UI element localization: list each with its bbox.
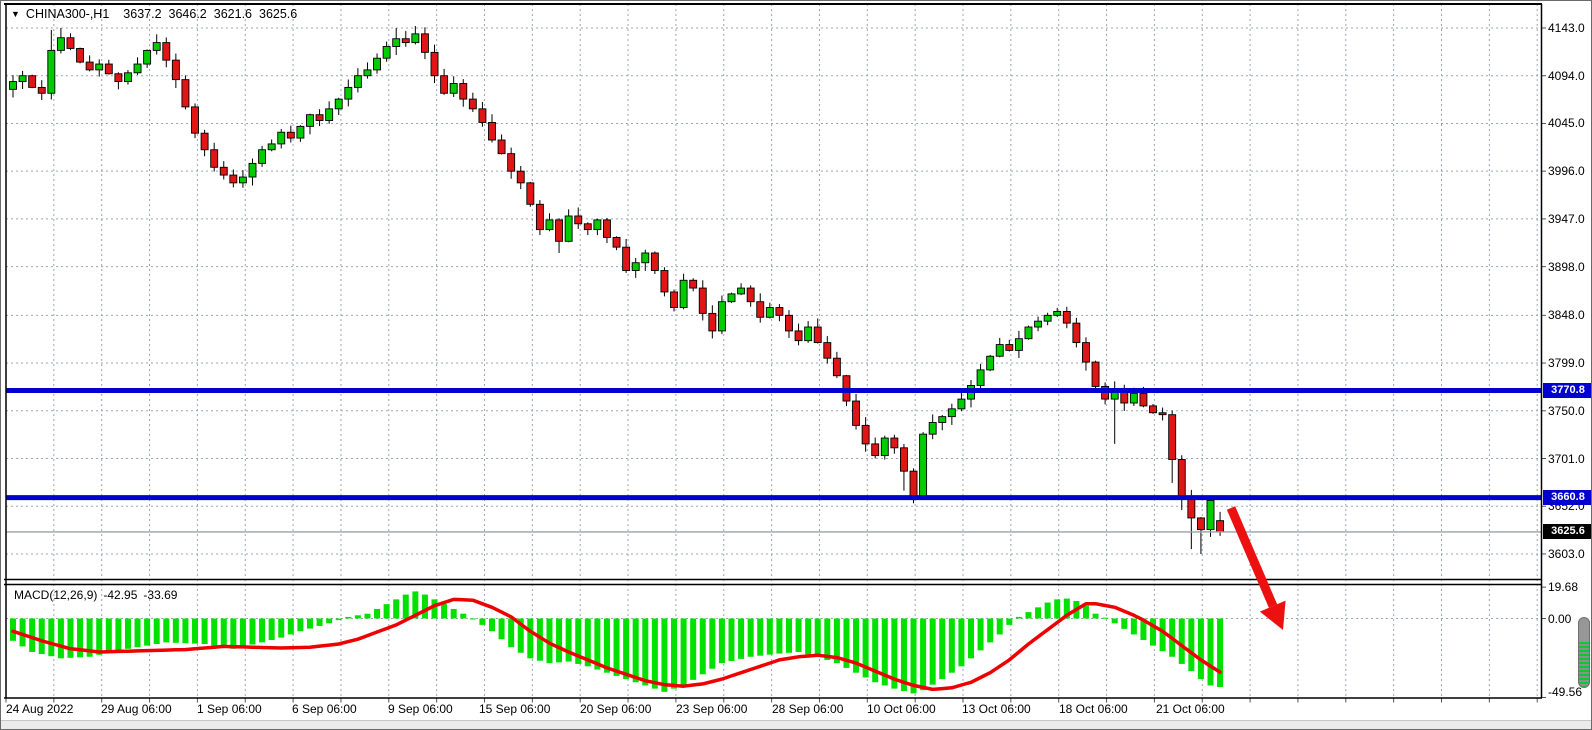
time-tick-label: 28 Sep 06:00 xyxy=(772,702,843,716)
chart-title: ▼ CHINA300-,H1 3637.2 3646.2 3621.6 3625.6 xyxy=(11,7,304,23)
price-tick-label: 3701.0 xyxy=(1548,452,1585,466)
time-tick-label: 15 Sep 06:00 xyxy=(479,702,550,716)
macd-name: MACD(12,26,9) xyxy=(14,588,97,602)
macd-main-value: -42.95 xyxy=(103,588,137,602)
time-tick-label: 18 Oct 06:00 xyxy=(1059,702,1128,716)
time-tick-label: 9 Sep 06:00 xyxy=(388,702,453,716)
trend-arrow-annotation[interactable] xyxy=(1231,508,1286,630)
time-tick-label: 13 Oct 06:00 xyxy=(962,702,1031,716)
time-tick-label: 6 Sep 06:00 xyxy=(292,702,357,716)
symbol-dropdown-icon[interactable]: ▼ xyxy=(11,9,20,19)
time-tick-label: 21 Oct 06:00 xyxy=(1156,702,1225,716)
macd-histogram xyxy=(10,591,1223,693)
price-tick-label: 4045.0 xyxy=(1548,116,1585,130)
gridlines xyxy=(6,4,1546,703)
price-tick-label: 4143.0 xyxy=(1548,21,1585,35)
price-tick-label: 3848.0 xyxy=(1548,308,1585,322)
resistance-price-tag: 3770.8 xyxy=(1543,383,1592,398)
symbol-timeframe-label: CHINA300-,H1 xyxy=(26,7,109,21)
vertical-scrollbar-thumb[interactable] xyxy=(1578,617,1590,688)
bid-price-tag: 3625.6 xyxy=(1543,524,1592,539)
ohlc-high: 3646.2 xyxy=(169,7,207,21)
ohlc-open: 3637.2 xyxy=(123,7,161,21)
window-bottom-strip xyxy=(1,720,1592,730)
ohlc-low: 3621.6 xyxy=(214,7,252,21)
time-tick-label: 1 Sep 06:00 xyxy=(197,702,262,716)
ohlc-close: 3625.6 xyxy=(259,7,297,21)
time-tick-label: 10 Oct 06:00 xyxy=(867,702,936,716)
time-tick-label: 24 Aug 2022 xyxy=(6,702,73,716)
price-tick-label: 3996.0 xyxy=(1548,164,1585,178)
price-tick-label: 3603.0 xyxy=(1548,547,1585,561)
chart-canvas[interactable] xyxy=(1,1,1592,730)
candlesticks xyxy=(10,26,1224,554)
price-tick-label: 3947.0 xyxy=(1548,212,1585,226)
time-tick-label: 23 Sep 06:00 xyxy=(676,702,747,716)
macd-tick-label: 19.68 xyxy=(1548,580,1578,594)
macd-indicator-label: MACD(12,26,9) -42.95 -33.69 xyxy=(14,588,183,602)
macd-signal-value: -33.69 xyxy=(143,588,177,602)
price-tick-label: 3898.0 xyxy=(1548,260,1585,274)
macd-tick-label: -49.56 xyxy=(1548,685,1582,699)
terminal-chart-window: ▼ CHINA300-,H1 3637.2 3646.2 3621.6 3625.6 MA… xyxy=(0,0,1592,730)
price-tick-label: 3799.0 xyxy=(1548,356,1585,370)
time-tick-label: 29 Aug 06:00 xyxy=(101,702,172,716)
macd-tick-label: 0.00 xyxy=(1548,612,1571,626)
price-tick-label: 4094.0 xyxy=(1548,69,1585,83)
time-tick-label: 20 Sep 06:00 xyxy=(580,702,651,716)
horizontal-level-lines[interactable] xyxy=(6,391,1541,498)
panel-borders xyxy=(4,4,1542,698)
support-price-tag: 3660.8 xyxy=(1543,490,1592,505)
price-tick-label: 3750.0 xyxy=(1548,404,1585,418)
